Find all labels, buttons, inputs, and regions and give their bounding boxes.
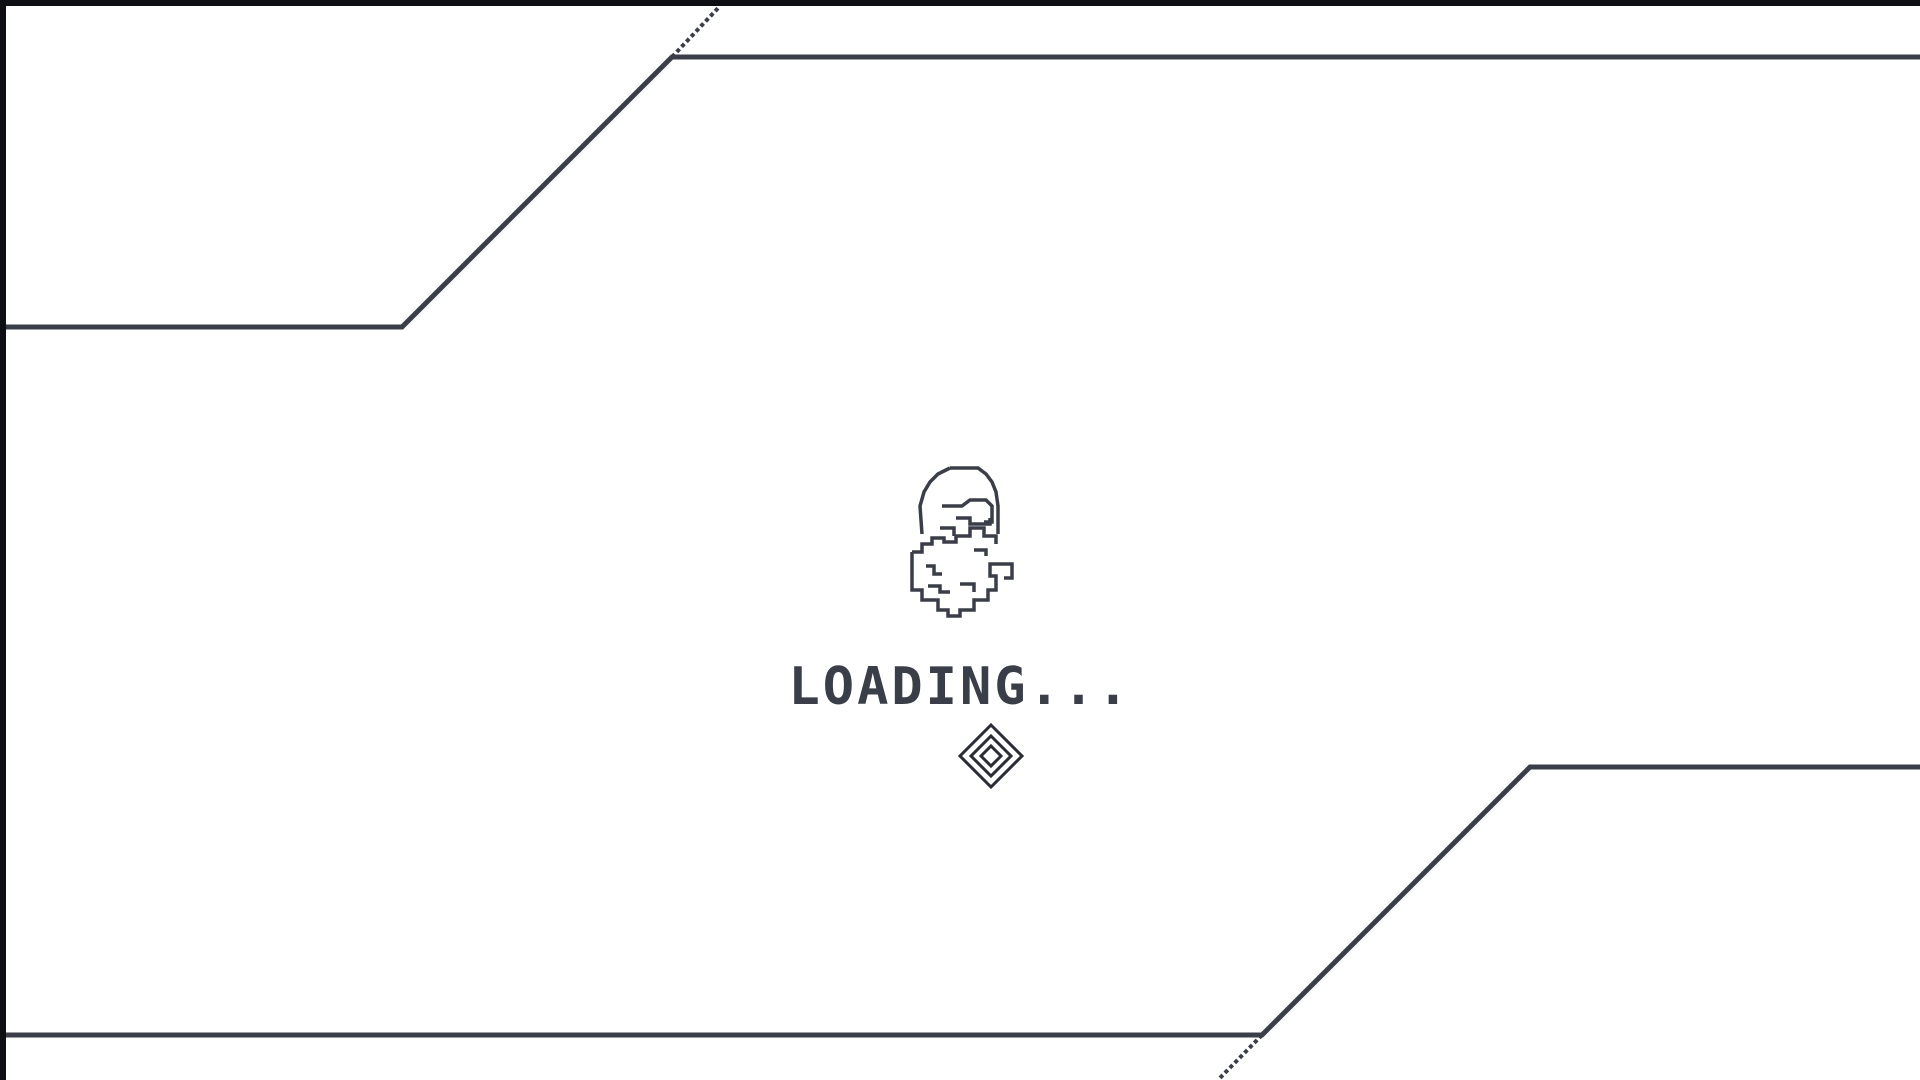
- loading-panel: LOADING...: [0, 0, 1920, 1080]
- loading-screen: LOADING...: [0, 0, 1920, 1080]
- bearded-face-icon: [910, 466, 1014, 618]
- loading-text: LOADING...: [788, 657, 1132, 717]
- diamond-spinner-icon: [957, 722, 1025, 790]
